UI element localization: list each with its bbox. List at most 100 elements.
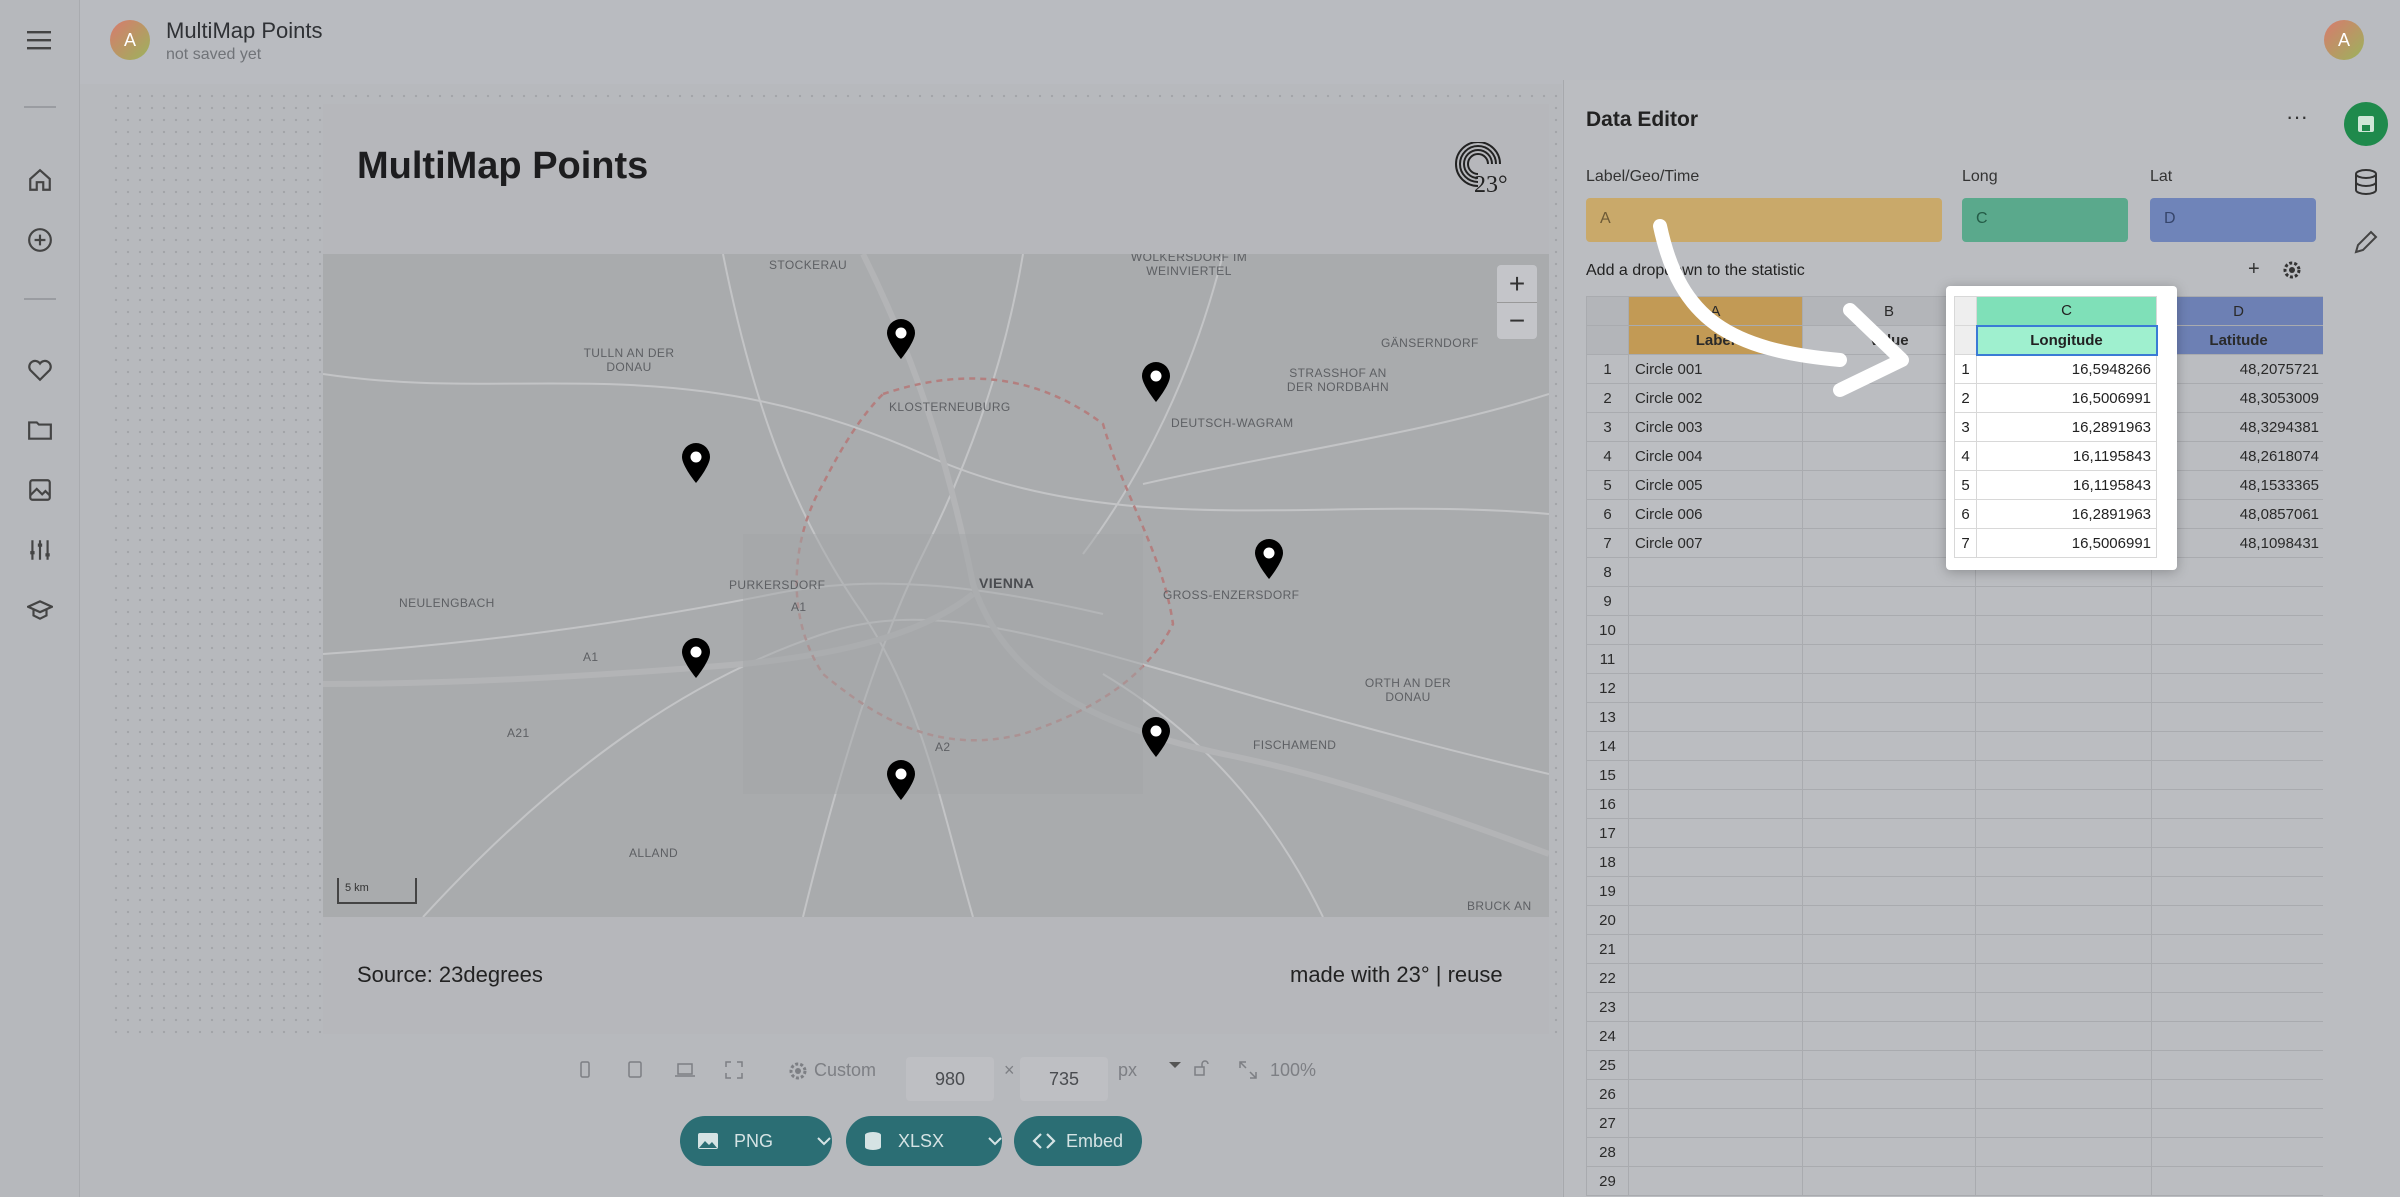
- made-with-credit[interactable]: made with 23° | reuse: [1290, 962, 1503, 988]
- empty-cell[interactable]: [1801, 992, 1977, 1022]
- empty-cell[interactable]: [1975, 1108, 2153, 1138]
- highlight-longitude-cell[interactable]: 16,2891963: [1976, 499, 2157, 529]
- custom-size-option[interactable]: Custom: [788, 1060, 876, 1081]
- empty-cell[interactable]: [1627, 586, 1803, 616]
- empty-cell[interactable]: [1975, 905, 2153, 935]
- empty-cell[interactable]: [1975, 673, 2153, 703]
- add-dropdown-button[interactable]: +: [2248, 258, 2260, 281]
- more-options-icon[interactable]: ···: [2286, 104, 2308, 130]
- empty-cell[interactable]: [1627, 818, 1803, 848]
- empty-cell[interactable]: [1627, 934, 1803, 964]
- map-marker[interactable]: [1139, 361, 1173, 403]
- fullscreen-icon[interactable]: [724, 1060, 744, 1080]
- empty-cell[interactable]: [1975, 586, 2153, 616]
- label-cell[interactable]: Circle 005: [1627, 470, 1803, 500]
- empty-cell[interactable]: [1801, 1021, 1977, 1051]
- empty-cell[interactable]: [1801, 1108, 1977, 1138]
- height-input[interactable]: 735: [1020, 1057, 1108, 1101]
- latitude-cell[interactable]: 48,1098431: [2151, 528, 2326, 558]
- map-marker[interactable]: [1139, 716, 1173, 758]
- chart-title[interactable]: MultiMap Points: [357, 145, 648, 188]
- empty-cell[interactable]: [1801, 963, 1977, 993]
- device-laptop-icon[interactable]: [674, 1060, 696, 1080]
- empty-cell[interactable]: [1801, 934, 1977, 964]
- empty-cell[interactable]: [1627, 673, 1803, 703]
- data-icon[interactable]: [2352, 168, 2380, 201]
- empty-cell[interactable]: [2151, 992, 2326, 1022]
- latitude-cell[interactable]: 48,3294381: [2151, 412, 2326, 442]
- empty-cell[interactable]: [1627, 1021, 1803, 1051]
- empty-cell[interactable]: [1801, 1050, 1977, 1080]
- empty-cell[interactable]: [1801, 673, 1977, 703]
- empty-cell[interactable]: [1801, 818, 1977, 848]
- unit-dropdown-icon[interactable]: [1168, 1060, 1182, 1070]
- empty-cell[interactable]: [1801, 644, 1977, 674]
- menu-icon[interactable]: [20, 20, 60, 60]
- image-icon[interactable]: [20, 470, 60, 510]
- empty-cell[interactable]: [1975, 1166, 2153, 1196]
- map-marker[interactable]: [1252, 538, 1286, 580]
- empty-cell[interactable]: [1801, 702, 1977, 732]
- fit-zoom-icon[interactable]: [1238, 1060, 1258, 1080]
- empty-cell[interactable]: [1801, 905, 1977, 935]
- project-title[interactable]: MultiMap Points: [166, 18, 323, 44]
- empty-cell[interactable]: [1801, 1166, 1977, 1196]
- latitude-header[interactable]: Latitude: [2151, 325, 2326, 355]
- zoom-in-button[interactable]: +: [1497, 265, 1537, 302]
- latitude-cell[interactable]: 48,2075721: [2151, 354, 2326, 384]
- empty-cell[interactable]: [1975, 963, 2153, 993]
- empty-cell[interactable]: [1627, 557, 1803, 587]
- device-tablet-icon[interactable]: [626, 1060, 644, 1080]
- empty-cell[interactable]: [1627, 1050, 1803, 1080]
- empty-cell[interactable]: [2151, 644, 2326, 674]
- empty-cell[interactable]: [1627, 644, 1803, 674]
- empty-cell[interactable]: [1975, 1137, 2153, 1167]
- empty-cell[interactable]: [2151, 673, 2326, 703]
- empty-cell[interactable]: [2151, 1137, 2326, 1167]
- empty-cell[interactable]: [1627, 847, 1803, 877]
- empty-cell[interactable]: [1975, 1021, 2153, 1051]
- select-all-cell[interactable]: [1586, 296, 1629, 326]
- empty-cell[interactable]: [1627, 992, 1803, 1022]
- highlight-longitude-cell[interactable]: 16,5006991: [1976, 528, 2157, 558]
- empty-cell[interactable]: [2151, 934, 2326, 964]
- empty-cell[interactable]: [1801, 789, 1977, 819]
- embed-button[interactable]: Embed: [1014, 1116, 1142, 1166]
- empty-cell[interactable]: [1627, 963, 1803, 993]
- zoom-out-button[interactable]: −: [1497, 302, 1537, 339]
- empty-cell[interactable]: [1975, 876, 2153, 906]
- empty-cell[interactable]: [2151, 557, 2326, 587]
- empty-cell[interactable]: [2151, 963, 2326, 993]
- folder-icon[interactable]: [20, 410, 60, 450]
- empty-cell[interactable]: [1975, 847, 2153, 877]
- empty-cell[interactable]: [1975, 1079, 2153, 1109]
- empty-cell[interactable]: [1975, 702, 2153, 732]
- empty-cell[interactable]: [1801, 847, 1977, 877]
- long-column-field[interactable]: C: [1962, 198, 2128, 242]
- empty-cell[interactable]: [2151, 1050, 2326, 1080]
- empty-cell[interactable]: [1627, 876, 1803, 906]
- empty-cell[interactable]: [2151, 702, 2326, 732]
- width-input[interactable]: 980: [906, 1057, 994, 1101]
- empty-cell[interactable]: [2151, 789, 2326, 819]
- empty-cell[interactable]: [2151, 586, 2326, 616]
- empty-cell[interactable]: [2151, 1021, 2326, 1051]
- graduation-cap-icon[interactable]: [20, 590, 60, 630]
- empty-cell[interactable]: [1801, 586, 1977, 616]
- map-marker[interactable]: [884, 318, 918, 360]
- empty-cell[interactable]: [1801, 615, 1977, 645]
- empty-cell[interactable]: [2151, 905, 2326, 935]
- empty-cell[interactable]: [1975, 1050, 2153, 1080]
- empty-cell[interactable]: [1627, 789, 1803, 819]
- label-cell[interactable]: Circle 004: [1627, 441, 1803, 471]
- empty-cell[interactable]: [2151, 818, 2326, 848]
- empty-cell[interactable]: [2151, 760, 2326, 790]
- highlight-longitude-cell[interactable]: 16,5006991: [1976, 383, 2157, 413]
- latitude-cell[interactable]: 48,1533365: [2151, 470, 2326, 500]
- empty-cell[interactable]: [1627, 1166, 1803, 1196]
- empty-cell[interactable]: [1627, 1137, 1803, 1167]
- empty-cell[interactable]: [2151, 847, 2326, 877]
- empty-cell[interactable]: [1975, 615, 2153, 645]
- empty-cell[interactable]: [2151, 731, 2326, 761]
- highlight-longitude-cell[interactable]: 16,1195843: [1976, 470, 2157, 500]
